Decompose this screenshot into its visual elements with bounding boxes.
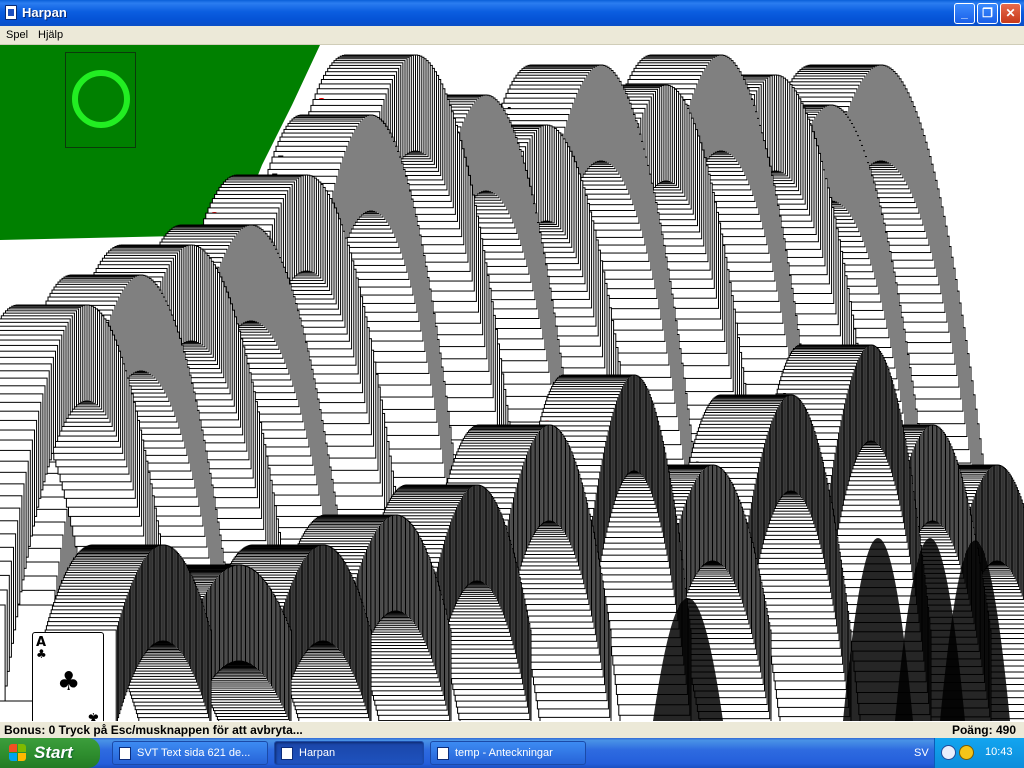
foundation-ring-icon bbox=[72, 70, 130, 128]
taskbar-button-label: SVT Text sida 621 de... bbox=[137, 747, 251, 759]
club-icon: ♣ bbox=[57, 667, 81, 697]
globe-icon[interactable] bbox=[959, 745, 974, 760]
taskbar-button-label: Harpan bbox=[299, 747, 336, 759]
title-bar[interactable]: Harpan _ ❐ ✕ bbox=[0, 0, 1024, 26]
status-message: Bonus: 0 Tryck på Esc/musknappen för att… bbox=[4, 723, 303, 737]
card-bounce-animation: 4444444444444444444444444444444444444444… bbox=[0, 45, 1024, 721]
system-tray: 10:43 bbox=[934, 738, 1024, 768]
start-label: Start bbox=[34, 743, 73, 762]
app-icon[interactable] bbox=[5, 5, 17, 20]
notepad-icon bbox=[437, 747, 449, 760]
taskbar-button-svt-text[interactable]: SVT Text sida 621 de... bbox=[112, 741, 268, 765]
solitaire-icon bbox=[281, 747, 293, 760]
game-area[interactable]: 4444444444444444444444444444444444444444… bbox=[0, 45, 1024, 721]
menu-bar: Spel Hjälp bbox=[0, 26, 1024, 45]
menu-hjalp[interactable]: Hjälp bbox=[38, 29, 63, 41]
status-bar: Bonus: 0 Tryck på Esc/musknappen för att… bbox=[0, 721, 1024, 738]
network-icon[interactable] bbox=[941, 745, 956, 760]
browser-icon bbox=[119, 747, 131, 760]
playing-card[interactable]: A ♣ ♣ ♣ bbox=[32, 632, 104, 721]
windows-logo-icon bbox=[9, 744, 27, 762]
club-icon: ♣ bbox=[87, 709, 100, 721]
clock[interactable]: 10:43 bbox=[985, 746, 1013, 758]
club-icon: ♣ bbox=[36, 647, 47, 661]
taskbar-button-label: temp - Anteckningar bbox=[455, 747, 553, 759]
start-button[interactable]: Start bbox=[0, 738, 100, 768]
menu-spel[interactable]: Spel bbox=[6, 29, 28, 41]
window-title: Harpan bbox=[22, 5, 67, 20]
taskbar-button-notepad[interactable]: temp - Anteckningar bbox=[430, 741, 586, 765]
close-button[interactable]: ✕ bbox=[1000, 3, 1021, 24]
minimize-button[interactable]: _ bbox=[954, 3, 975, 24]
score: Poäng: 490 bbox=[951, 723, 1016, 737]
taskbar: Start SVT Text sida 621 de... Harpan tem… bbox=[0, 738, 1024, 768]
maximize-button[interactable]: ❐ bbox=[977, 3, 998, 24]
foundation-slot[interactable] bbox=[65, 52, 136, 148]
language-indicator[interactable]: SV bbox=[914, 747, 929, 759]
taskbar-button-harpan[interactable]: Harpan bbox=[274, 741, 424, 765]
